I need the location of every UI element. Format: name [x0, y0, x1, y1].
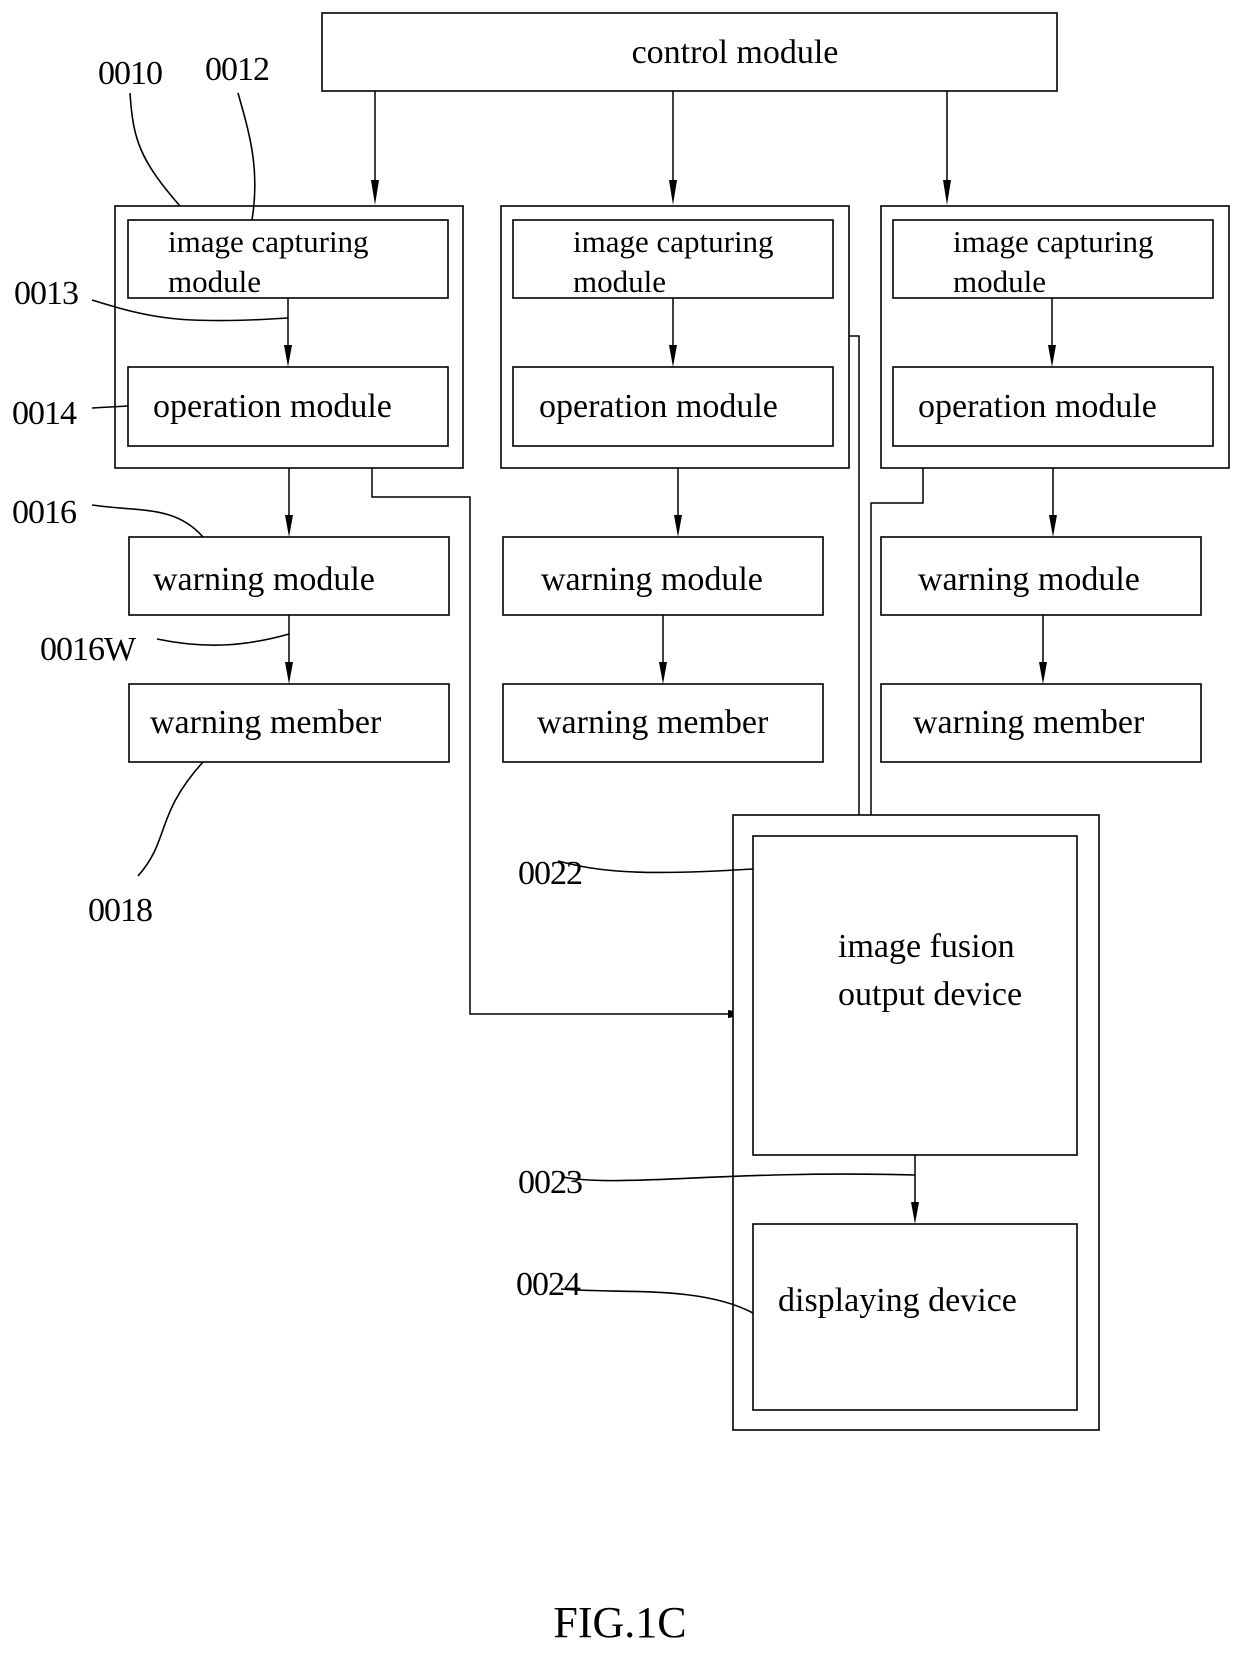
warning-member-1-label: warning member — [150, 704, 382, 741]
leader-0024 — [560, 1288, 754, 1314]
warning-module-1-label: warning module — [153, 561, 375, 598]
ref-0016w: 0016W — [40, 631, 137, 668]
unit-3: image capturing module operation module … — [880, 205, 1230, 763]
operation-module-3-label: operation module — [918, 388, 1157, 425]
leader-0018 — [137, 761, 204, 877]
leader-0016 — [91, 504, 204, 538]
image-capturing-module-1-label-line1: image capturing — [168, 224, 369, 259]
arrowhead — [1039, 662, 1047, 684]
ref-0012: 0012 — [205, 51, 269, 88]
ref-0013: 0013 — [14, 275, 78, 312]
warning-member-3-label: warning member — [913, 704, 1145, 741]
ref-0024: 0024 — [516, 1266, 581, 1303]
image-fusion-output-device-label-line2: output device — [838, 976, 1022, 1013]
arrowhead — [669, 180, 677, 205]
ref-0016: 0016 — [12, 494, 76, 531]
fusion-display-group: image fusion output device displaying de… — [732, 814, 1100, 1431]
arrowhead — [943, 180, 951, 205]
leader-0010 — [129, 92, 181, 207]
arrowhead — [285, 515, 293, 537]
image-capturing-module-3-label-line2: module — [953, 264, 1046, 299]
warning-member-2-label: warning member — [537, 704, 769, 741]
ref-0014: 0014 — [12, 395, 77, 432]
ref-0023: 0023 — [518, 1164, 582, 1201]
displaying-device-label: displaying device — [778, 1282, 1017, 1319]
operation-module-2-label: operation module — [539, 388, 778, 425]
control-module-label: control module — [632, 34, 839, 71]
leader-0016w — [156, 633, 290, 646]
unit-2: image capturing module operation module … — [500, 205, 850, 763]
figure-caption: FIG.1C — [553, 1598, 686, 1647]
ref-0018: 0018 — [88, 892, 152, 929]
unit3-to-fusion-line — [870, 468, 924, 830]
ref-0022: 0022 — [518, 855, 582, 892]
arrowhead — [285, 662, 293, 684]
image-capturing-module-1-label-line2: module — [168, 264, 261, 299]
image-capturing-module-2-label-line2: module — [573, 264, 666, 299]
unit2-to-fusion-line — [849, 335, 860, 830]
control-module-block: control module — [321, 12, 1058, 92]
operation-module-1-label: operation module — [153, 388, 392, 425]
image-fusion-output-device-label-line1: image fusion — [838, 928, 1015, 965]
warning-module-3-label: warning module — [918, 561, 1140, 598]
image-capturing-module-2-label-line1: image capturing — [573, 224, 774, 259]
warning-module-2-label: warning module — [541, 561, 763, 598]
ref-0010: 0010 — [98, 55, 162, 92]
unit-1: image capturing module operation module … — [114, 205, 464, 763]
arrowhead — [371, 180, 379, 205]
arrowhead — [674, 515, 682, 537]
leader-0022 — [557, 860, 754, 874]
control-arrows — [371, 91, 951, 205]
arrowhead — [659, 662, 667, 684]
leader-0012 — [237, 92, 256, 221]
image-capturing-module-3-label-line1: image capturing — [953, 224, 1154, 259]
block-diagram: control module image capturing module op… — [12, 12, 1230, 1647]
arrowhead — [1049, 515, 1057, 537]
